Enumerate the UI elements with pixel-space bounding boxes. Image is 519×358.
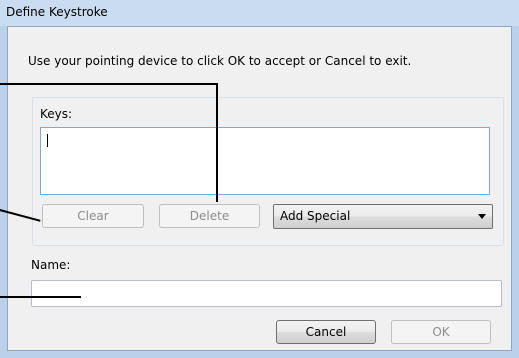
chevron-down-icon[interactable] [478, 214, 486, 219]
name-input[interactable] [31, 280, 502, 307]
add-special-dropdown[interactable]: Add Special [273, 204, 493, 229]
clear-button[interactable]: Clear [42, 204, 144, 228]
keys-label: Keys: [40, 107, 73, 121]
text-caret [47, 134, 48, 147]
ok-button[interactable]: OK [391, 320, 491, 344]
callout-line-delete-h [0, 83, 217, 85]
delete-button[interactable]: Delete [159, 204, 260, 228]
callout-line-name [0, 296, 81, 298]
cancel-button[interactable]: Cancel [276, 320, 376, 344]
callout-line-delete-v [216, 83, 218, 202]
add-special-selected: Add Special [280, 209, 351, 223]
window-title: Define Keystroke [6, 5, 108, 19]
instruction-text: Use your pointing device to click OK to … [28, 54, 412, 68]
title-bar: Define Keystroke [0, 0, 519, 26]
define-keystroke-dialog: Define Keystroke Use your pointing devic… [0, 0, 519, 358]
keys-input[interactable] [40, 127, 490, 195]
name-label: Name: [31, 258, 71, 272]
